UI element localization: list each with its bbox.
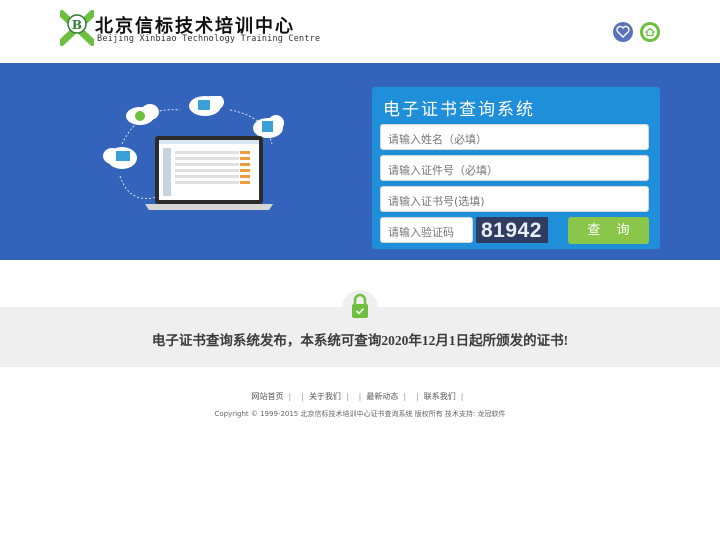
laptop-cloud-illustration <box>103 96 284 210</box>
notice-text: 电子证书查询系统发布，本系统可查询2020年12月1日起所颁发的证书! <box>151 333 569 348</box>
footer-link-home[interactable]: 网站首页 <box>252 392 284 401</box>
logo-title-en: Beijing Xinbiao Technology Training Cent… <box>97 34 321 44</box>
footer-nav: 网站首页 | | 关于我们 | | 最新动态 | | 联系我们 | <box>251 392 464 401</box>
query-panel-title: 电子证书查询系统 <box>383 100 535 120</box>
query-button[interactable]: 查 询 <box>568 217 649 244</box>
certificate-number-input[interactable]: 请输入证书号(选填) <box>380 186 649 212</box>
footer-link-contact[interactable]: 联系我们 <box>424 392 456 401</box>
favorite-button[interactable] <box>613 22 633 42</box>
copyright-text: Copyright © 1999-2015 北京信标技术培训中心证书查询系统 版… <box>214 410 506 418</box>
lock-icon <box>352 293 368 318</box>
captcha-image[interactable]: 81942 <box>476 217 548 243</box>
home-button[interactable] <box>640 22 660 42</box>
svg-text:B: B <box>72 18 82 32</box>
name-input[interactable]: 请输入姓名（必填） <box>380 124 649 150</box>
logo-icon[interactable]: B <box>60 10 94 46</box>
id-number-input[interactable]: 请输入证件号（必填） <box>380 155 649 181</box>
captcha-input[interactable]: 请输入验证码 <box>380 217 473 243</box>
captcha-code: 81942 <box>481 219 542 242</box>
home-icon <box>643 25 657 39</box>
footer-link-about[interactable]: 关于我们 <box>309 392 341 401</box>
footer-link-news[interactable]: 最新动态 <box>366 392 398 401</box>
heart-icon <box>616 25 630 38</box>
